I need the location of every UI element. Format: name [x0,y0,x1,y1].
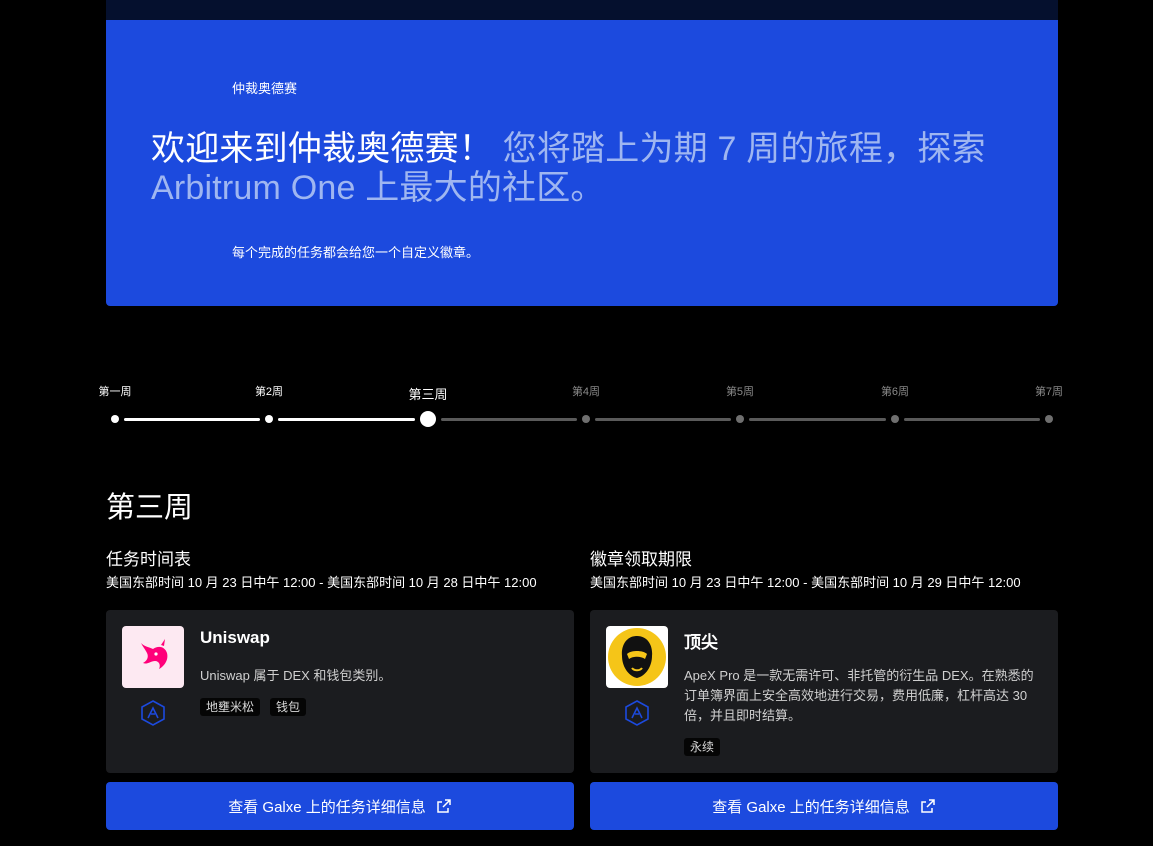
timeline-dot[interactable] [111,415,119,423]
view-galxe-quest-button[interactable]: 查看 Galxe 上的任务详细信息 [106,782,574,830]
badge-deadline-column: 徽章领取期限 美国东部时间 10 月 23 日中午 12:00 - 美国东部时间… [590,548,1058,830]
external-link-icon [437,799,451,813]
uniswap-unicorn-icon [122,626,184,688]
cta-label: 查看 Galxe 上的任务详细信息 [228,798,426,816]
week-timeline: 第一周 第2周 第三周 第4周 第5周 第6周 第7周 [0,370,1153,440]
tag: 地壅米松 [200,698,261,716]
quest-card-uniswap[interactable]: Uniswap Uniswap 属于 DEX 和钱包类别。 地壅米松 钱包 [106,610,574,773]
timeline-dot [891,415,899,423]
week-title: 第三周 [106,492,194,524]
card-description: ApeX Pro 是一款无需许可、非托管的衍生品 DEX。在熟悉的订单簿界面上安… [684,668,1034,723]
timeline-segment [904,418,1040,421]
timeline-dot-current[interactable] [420,411,436,427]
schedule-column: 任务时间表 美国东部时间 10 月 23 日中午 12:00 - 美国东部时间 … [106,548,574,830]
card-title: 顶尖 [684,633,718,652]
timeline-segment [124,418,260,421]
uniswap-unicorn-icon [141,639,168,669]
timeline-week-6: 第6周 [880,386,910,398]
timeline-dot [736,415,744,423]
timeline-segment [595,418,731,421]
hero-eyebrow: 仲裁奥德赛 [232,81,298,96]
cta-label: 查看 Galxe 上的任务详细信息 [712,798,910,816]
top-banner-strip [106,0,1058,20]
tag-list: 地壅米松 钱包 [200,698,307,716]
timeline-week-7: 第7周 [1034,386,1064,398]
quest-card-apex[interactable]: 顶尖 ApeX Pro 是一款无需许可、非托管的衍生品 DEX。在熟悉的订单簿界… [590,610,1058,773]
apex-ape-icon [606,626,668,688]
timeline-dot[interactable] [265,415,273,423]
external-link-icon [921,799,935,813]
timeline-week-2[interactable]: 第2周 [255,383,283,399]
timeline-dot [1045,415,1053,423]
hero-note: 每个完成的任务都会给您一个自定义徽章。 [232,245,480,260]
hero-headline-strong: 欢迎来到仲裁奥德赛！ [151,130,493,168]
timeline-week-4: 第4周 [571,386,601,398]
hero-banner: 仲裁奥德赛 欢迎来到仲裁奥德赛！ 您将踏上为期 7 周的旅程，探索 Arbitr… [106,20,1058,306]
tag: 钱包 [270,698,307,716]
tag: 永续 [684,738,721,756]
timeline-dot [582,415,590,423]
hero-headline: 欢迎来到仲裁奥德赛！ 您将踏上为期 7 周的旅程，探索 Arbitrum One… [151,130,1011,208]
card-title: Uniswap [200,628,270,647]
timeline-week-3[interactable]: 第三周 [408,384,447,403]
timeline-segment [278,418,415,421]
timeline-segment [441,418,577,421]
badge-deadline-heading: 徽章领取期限 [590,550,692,569]
view-galxe-quest-button[interactable]: 查看 Galxe 上的任务详细信息 [590,782,1058,830]
tag-list: 永续 [684,738,721,756]
schedule-dates: 美国东部时间 10 月 23 日中午 12:00 - 美国东部时间 10 月 2… [106,575,537,590]
arbitrum-icon [625,700,649,726]
timeline-week-1[interactable]: 第一周 [99,383,132,399]
card-description: Uniswap 属于 DEX 和钱包类别。 [200,668,392,683]
timeline-week-5: 第5周 [725,386,755,398]
timeline-segment [749,418,886,421]
schedule-heading: 任务时间表 [106,550,191,569]
apex-ape-icon [608,628,666,686]
arbitrum-icon [141,700,165,726]
badge-deadline-dates: 美国东部时间 10 月 23 日中午 12:00 - 美国东部时间 10 月 2… [590,575,1021,590]
